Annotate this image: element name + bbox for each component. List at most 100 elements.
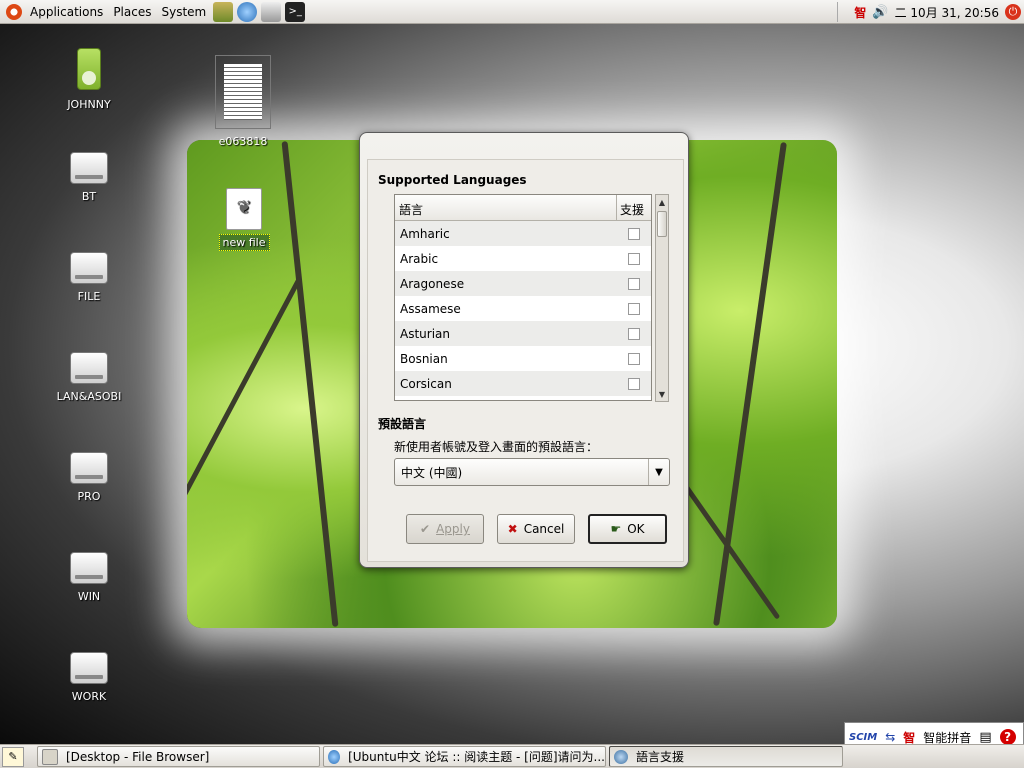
column-header-support[interactable]: 支援 <box>617 195 651 220</box>
desktop-icon-label: JOHNNY <box>67 98 111 111</box>
ime-indicator-icon[interactable]: 智 <box>854 4 866 21</box>
ime-mode-icon[interactable]: 智 <box>903 729 915 746</box>
list-item[interactable]: Aragonese <box>395 271 651 296</box>
desktop-icon-file[interactable]: FILE <box>49 252 129 303</box>
task-web-browser[interactable]: [Ubuntu中文 论坛 :: 阅读主题 - [问题]请问为... <box>323 746 606 767</box>
volume-icon[interactable]: 🔊 <box>872 5 888 20</box>
scim-logo-icon[interactable]: SCIM <box>849 732 877 743</box>
desktop-icon-win[interactable]: WIN <box>49 552 129 603</box>
task-language-support[interactable]: 語言支援 <box>609 746 843 767</box>
scroll-thumb[interactable] <box>657 211 667 237</box>
desktop-icon-label: WORK <box>71 690 107 703</box>
drive-icon <box>70 352 108 384</box>
tray-handle[interactable] <box>837 2 848 22</box>
drive-icon <box>70 552 108 584</box>
ubuntu-logo-icon[interactable] <box>6 3 22 20</box>
language-name: Bosnian <box>400 351 448 366</box>
chevron-down-icon: ▼ <box>648 459 669 485</box>
scroll-down-icon[interactable]: ▼ <box>656 387 668 401</box>
show-desktop-icon[interactable]: ✎ <box>2 747 24 767</box>
default-language-title: 預設語言 <box>378 417 427 431</box>
desktop-icon-bt[interactable]: BT <box>49 152 129 203</box>
ok-hand-icon: ☛ <box>610 522 622 536</box>
column-header-language[interactable]: 語言 <box>395 195 617 220</box>
branch-shape <box>713 141 787 627</box>
desktop-icon-label: LAN&ASOBI <box>56 390 122 403</box>
desktop-icon-label: e063818 <box>218 135 268 148</box>
default-language-select[interactable]: 中文 (中國) ▼ <box>394 458 670 486</box>
desktop-icon-label: BT <box>81 190 97 203</box>
scroll-up-icon[interactable]: ▲ <box>656 195 668 209</box>
language-name: Amharic <box>400 226 450 241</box>
language-list-header: 語言 支援 <box>395 195 651 221</box>
list-item[interactable]: Bosnian <box>395 346 651 371</box>
globe-icon <box>328 749 341 764</box>
gnome-file-icon: ❦ <box>226 188 262 230</box>
check-icon: ✔ <box>420 522 431 536</box>
support-checkbox[interactable] <box>628 277 640 290</box>
support-checkbox[interactable] <box>628 377 640 390</box>
desktop-icon-new-file[interactable]: ❦ new file <box>204 188 284 251</box>
support-checkbox[interactable] <box>628 227 640 240</box>
list-item[interactable]: Asturian <box>395 321 651 346</box>
task-file-browser[interactable]: [Desktop - File Browser] <box>37 746 320 767</box>
default-language-description: 新使用者帳號及登入畫面的預設語言： <box>394 440 599 454</box>
terminal-launcher-icon[interactable]: >_ <box>285 1 306 22</box>
desktop-icon-label: new file <box>218 234 270 251</box>
drive-icon <box>70 652 108 684</box>
clock[interactable]: 二 10月 31, 20:56 <box>895 4 999 21</box>
support-checkbox[interactable] <box>628 252 640 265</box>
desktop-icon-label: FILE <box>77 290 101 303</box>
list-item[interactable]: Arabic <box>395 246 651 271</box>
desktop-icon-label: WIN <box>77 590 101 603</box>
desktop-icon-pro[interactable]: PRO <box>49 452 129 503</box>
language-name: Corsican <box>400 376 452 391</box>
language-list-scrollbar[interactable]: ▲ ▼ <box>655 194 669 402</box>
ime-name[interactable]: 智能拼音 <box>923 729 971 746</box>
folder-icon <box>42 748 58 765</box>
list-item[interactable]: Corsican <box>395 371 651 396</box>
top-panel: Applications Places System >_ 智 🔊 二 10月 … <box>0 0 1024 24</box>
input-switch-icon[interactable]: ⇆ <box>885 730 895 744</box>
branch-shape <box>281 141 339 627</box>
dictionary-launcher-icon[interactable] <box>213 1 234 22</box>
language-name: Arabic <box>400 251 439 266</box>
web-browser-launcher-icon[interactable] <box>237 1 258 22</box>
media-player-icon <box>77 48 101 90</box>
task-label: [Desktop - File Browser] <box>66 749 210 764</box>
language-name: Aragonese <box>400 276 465 291</box>
cancel-label: Cancel <box>523 522 565 536</box>
apply-button[interactable]: ✔ Apply <box>406 514 484 544</box>
desktop-icon-label: PRO <box>77 490 101 503</box>
language-list[interactable]: 語言 支援 Amharic Arabic Aragonese Assamese … <box>394 194 652 401</box>
close-icon: ✖ <box>507 522 518 536</box>
desktop-icon-work[interactable]: WORK <box>49 652 129 703</box>
system-tray: 智 🔊 二 10月 31, 20:56 ⏻ <box>834 0 1024 24</box>
supported-languages-title: Supported Languages <box>378 173 527 187</box>
apply-label: Apply <box>436 522 470 536</box>
list-item[interactable]: Amharic <box>395 221 651 246</box>
document-thumbnail-icon <box>215 55 271 129</box>
cancel-button[interactable]: ✖ Cancel <box>497 514 575 544</box>
menu-places[interactable]: Places <box>108 5 156 19</box>
list-item[interactable]: Assamese <box>395 296 651 321</box>
branch-shape <box>187 276 303 544</box>
ok-label: OK <box>627 522 645 536</box>
support-checkbox[interactable] <box>628 352 640 365</box>
bottom-panel: ✎ [Desktop - File Browser] [Ubuntu中文 论坛 … <box>0 744 1024 768</box>
mail-launcher-icon[interactable] <box>261 1 282 22</box>
power-icon[interactable]: ⏻ <box>1005 4 1021 20</box>
support-checkbox[interactable] <box>628 327 640 340</box>
support-checkbox[interactable] <box>628 302 640 315</box>
ime-menu-icon[interactable]: ▤ <box>979 730 991 745</box>
menu-applications[interactable]: Applications <box>25 5 108 19</box>
desktop-icon-lanasobi[interactable]: LAN&ASOBI <box>49 352 129 403</box>
globe-icon <box>614 749 628 764</box>
help-icon[interactable]: ? <box>999 729 1016 745</box>
menu-system[interactable]: System <box>156 5 211 19</box>
language-name: Assamese <box>400 301 461 316</box>
desktop-icon-johnny[interactable]: JOHNNY <box>49 48 129 111</box>
desktop-icon-document[interactable]: e063818 <box>203 55 283 148</box>
ok-button[interactable]: ☛ OK <box>588 514 667 544</box>
drive-icon <box>70 452 108 484</box>
